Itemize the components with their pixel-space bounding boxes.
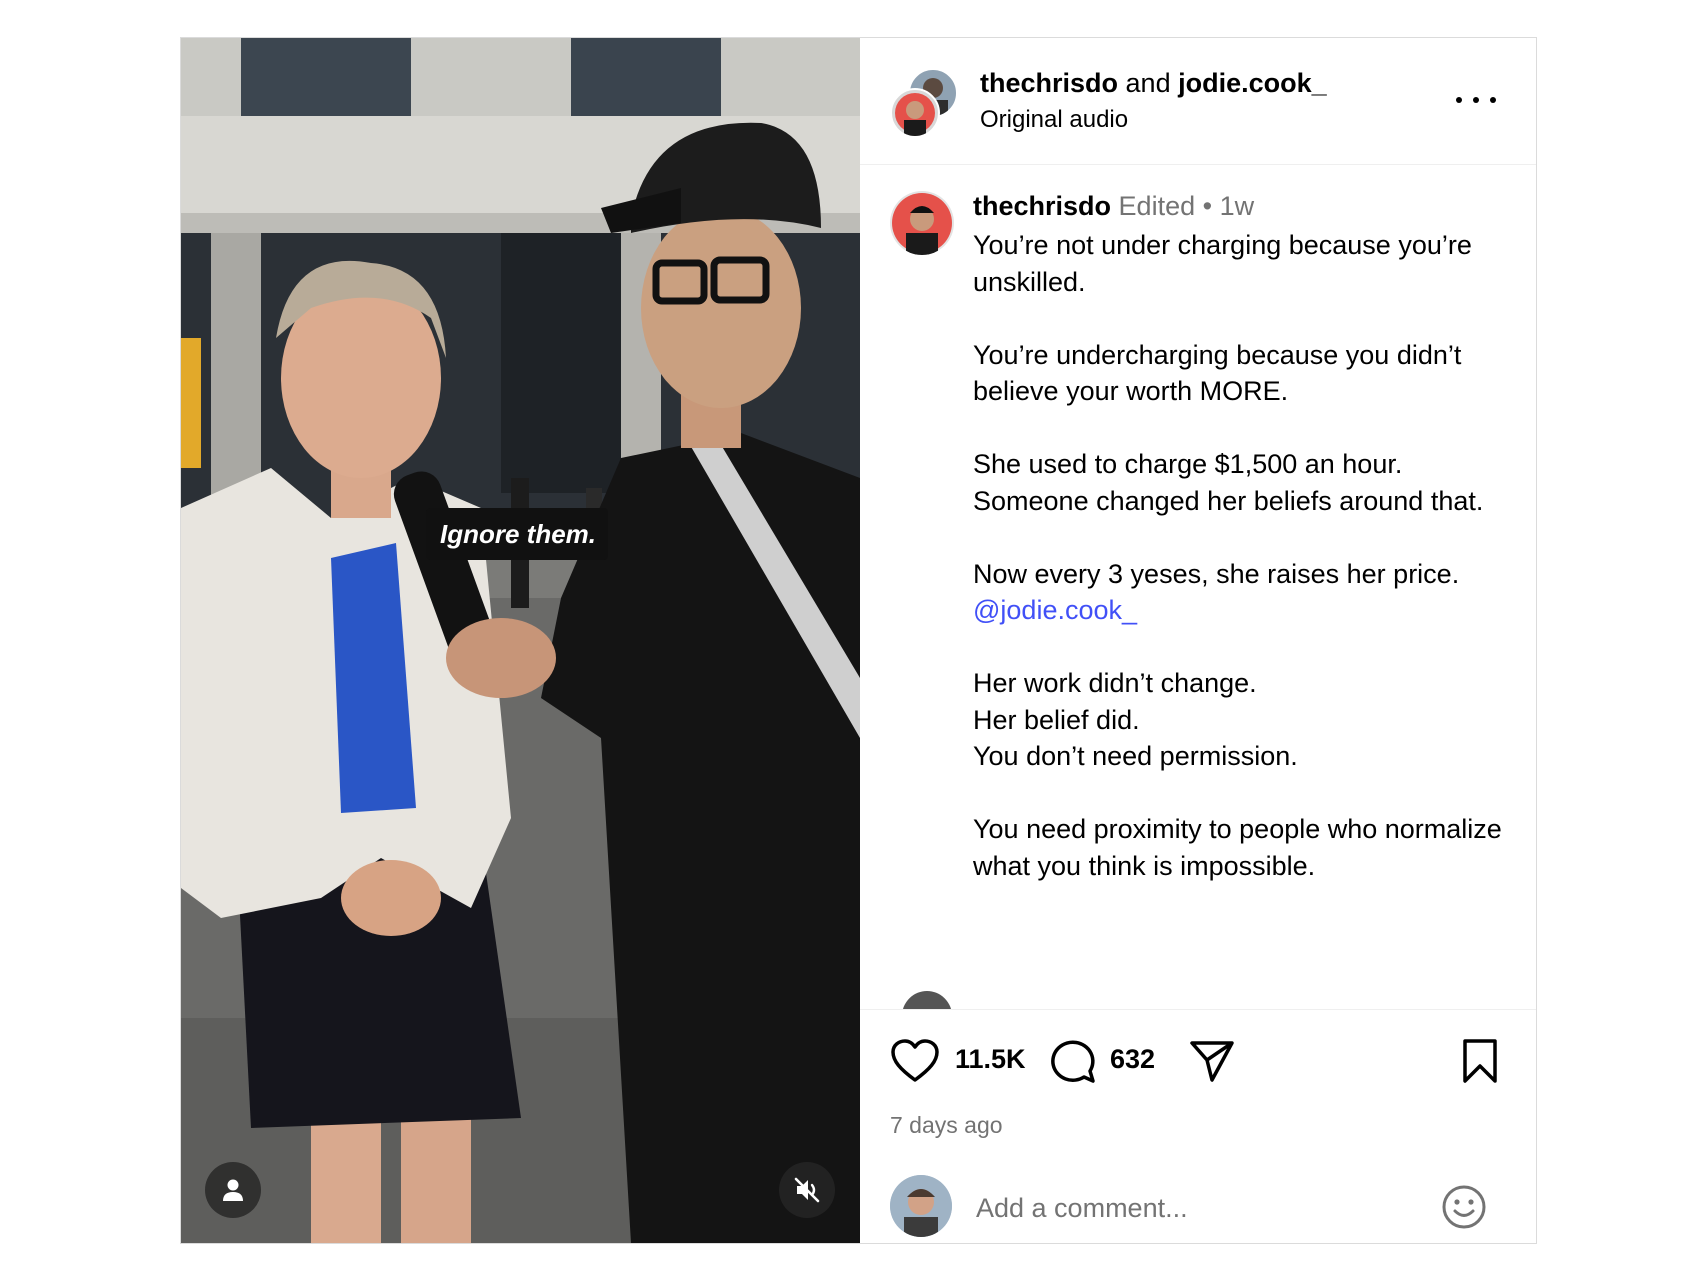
paper-plane-icon (1190, 1041, 1234, 1082)
authors-joiner: and (1118, 68, 1179, 98)
caption-age: 1w (1219, 191, 1255, 221)
caption-username-link[interactable]: thechrisdo (973, 191, 1111, 221)
like-count[interactable]: 11.5K (955, 1044, 1026, 1075)
post-authors: thechrisdo and jodie.cook_ (980, 68, 1327, 99)
post-timestamp[interactable]: 7 days ago (890, 1112, 1003, 1139)
more-horizontal-icon-dot (1473, 97, 1479, 103)
caption-avatar[interactable] (890, 191, 954, 255)
caption-text: You’re not under charging because you’re… (973, 227, 1503, 921)
tagged-people-button[interactable] (205, 1162, 261, 1218)
comment-count[interactable]: 632 (1110, 1044, 1155, 1075)
caption-paragraph: She used to charge $1,500 an hour. Someo… (973, 449, 1484, 516)
comment-bubble-icon (1051, 1040, 1095, 1083)
post-actions: 11.5K 632 7 days ago (860, 1009, 1536, 1246)
caption-paragraph: You’re not under charging because you’re… (973, 230, 1472, 297)
video-frame-illustration (181, 38, 860, 1243)
more-horizontal-icon (1456, 97, 1462, 103)
caption-paragraph: You need proximity to people who normali… (973, 814, 1502, 881)
comment-input[interactable] (974, 1185, 1398, 1231)
avatar (890, 88, 940, 138)
user-tag-icon (223, 1179, 243, 1201)
like-button[interactable] (890, 1038, 940, 1084)
caption-paragraph: Her work didn’t change. Her belief did. … (973, 668, 1298, 771)
bookmark-icon (1463, 1039, 1497, 1083)
meta-separator: • (1202, 191, 1213, 221)
smiley-icon (1442, 1185, 1486, 1229)
caption-paragraph: @jodie.cook_ (973, 592, 1503, 629)
current-user-avatar (890, 1175, 952, 1237)
post-header: thechrisdo and jodie.cook_ Original audi… (860, 38, 1536, 165)
save-button[interactable] (1460, 1038, 1500, 1084)
share-button[interactable] (1188, 1038, 1236, 1084)
author-username-link[interactable]: thechrisdo (980, 68, 1118, 98)
edited-label: Edited (1118, 191, 1196, 221)
comment-button[interactable] (1048, 1038, 1096, 1084)
caption-paragraph: You’re undercharging because you didn’t … (973, 339, 1462, 407)
audio-link[interactable]: Original audio (980, 106, 1128, 134)
reel-video[interactable]: Ignore them. (181, 38, 860, 1243)
more-horizontal-icon-dot (1490, 97, 1496, 103)
emoji-picker-button[interactable] (1440, 1183, 1488, 1236)
caption-scroll-area[interactable]: thechrisdo Edited • 1w You’re not under … (860, 165, 1536, 1009)
more-options-button[interactable] (1456, 88, 1496, 112)
post-dialog: Ignore them. thechrisdo and jodie.cook_ … (180, 37, 1537, 1244)
speaker-muted-icon (794, 1177, 820, 1203)
caption-header: thechrisdo Edited • 1w (973, 191, 1254, 222)
heart-icon (891, 1039, 939, 1082)
comment-composer (860, 1175, 1536, 1246)
collab-avatars[interactable] (890, 68, 958, 138)
mute-toggle-button[interactable] (779, 1162, 835, 1218)
mention-link[interactable]: @jodie.cook_ (973, 595, 1137, 625)
next-comment-avatar[interactable] (902, 991, 952, 1009)
post-info-panel: thechrisdo and jodie.cook_ Original audi… (860, 38, 1536, 1243)
video-overlay-caption: Ignore them. (426, 508, 609, 560)
collaborator-username-link[interactable]: jodie.cook_ (1178, 68, 1327, 98)
caption-paragraph: Now every 3 yeses, she raises her price. (973, 558, 1460, 589)
